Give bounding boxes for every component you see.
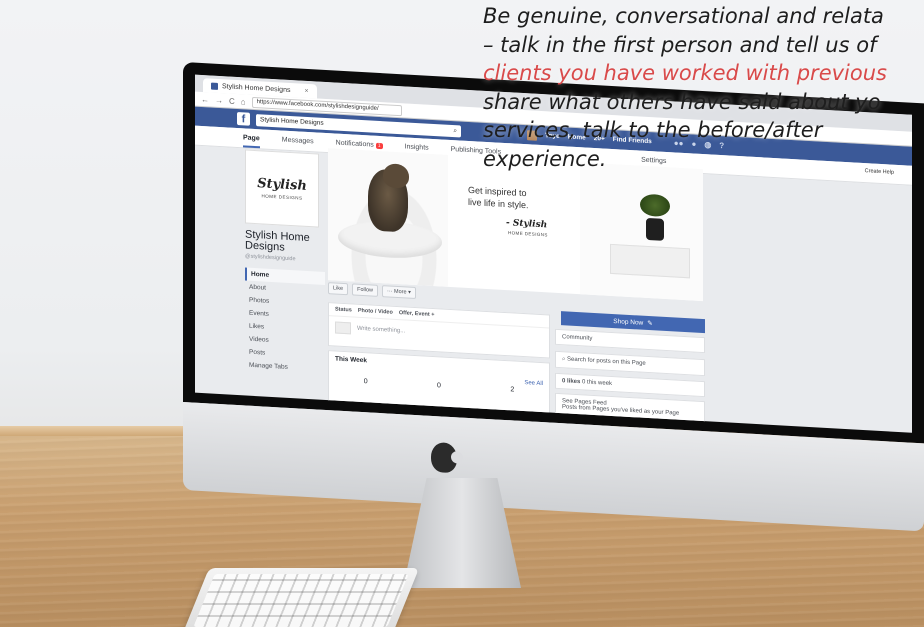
stat-value: 2 (510, 386, 515, 394)
logo-script: Stylish (257, 176, 307, 194)
plant-photo (580, 162, 703, 302)
browser-tab-title: Stylish Home Designs (222, 82, 291, 94)
page-actions: Like Follow ··· More ▾ (328, 282, 416, 300)
stat-value: 0 (363, 378, 368, 386)
close-icon[interactable]: × (304, 87, 308, 94)
tab-messages[interactable]: Messages (282, 137, 314, 146)
facebook-logo-icon[interactable]: f (237, 112, 250, 126)
overlay-quote: Be genuine, conversational and relata – … (483, 2, 924, 173)
facebook-favicon-icon (211, 82, 218, 90)
shop-now-label: Shop Now (613, 317, 644, 327)
tab-page[interactable]: Page (243, 134, 260, 149)
reload-icon[interactable]: C (229, 96, 235, 105)
page-title[interactable]: Stylish Home Designs (245, 228, 325, 255)
tab-insights[interactable]: Insights (405, 143, 429, 151)
quote-line: Be genuine, conversational and relata (483, 4, 884, 28)
composer-status[interactable]: Status (335, 306, 352, 313)
composer-avatar (335, 321, 351, 335)
cover-tagline: Get inspired to live life in style. (468, 184, 529, 211)
composer-offer[interactable]: Offer, Event + (399, 310, 435, 318)
stat-value: 0 (437, 382, 441, 390)
cover-logo-script: - Stylish (506, 218, 548, 231)
pages-feed-card: See Pages Feed Posts from Pages you've l… (555, 392, 705, 424)
back-icon[interactable]: ← (201, 95, 209, 104)
page-content: Stylish HOME DESIGNS Stylish Home Design… (195, 147, 912, 433)
tab-notifications-label: Notifications (335, 139, 374, 149)
plant (640, 193, 670, 218)
pencil-icon: ✎ (647, 319, 653, 328)
tab-notifications[interactable]: Notifications 1 (336, 140, 383, 150)
search-posts-input[interactable]: ⌕ Search for posts on this Page (555, 350, 705, 377)
cat-photo (328, 148, 448, 287)
quote-line: experience. (483, 146, 607, 171)
logo-sub: HOME DESIGNS (261, 193, 303, 201)
quote-line: clients you have worked with previous (483, 61, 887, 85)
notification-badge: 1 (375, 142, 383, 150)
keyboard (182, 568, 420, 627)
likes-count[interactable]: 0 likes (562, 378, 580, 385)
shelf (610, 243, 690, 279)
quote-line: services, talk to the before/after (483, 118, 823, 142)
post-composer: Status Photo / Video Offer, Event + Writ… (328, 302, 550, 359)
more-button[interactable]: ··· More ▾ (382, 285, 416, 300)
cat-head (383, 163, 409, 189)
quote-line: share what others have said about yo (483, 89, 881, 114)
composer-input[interactable]: Write something... (357, 326, 405, 335)
composer-photo-video[interactable]: Photo / Video (358, 308, 393, 316)
cover-logo-sub: HOME DESIGNS (508, 230, 548, 238)
pot (646, 217, 664, 241)
search-icon[interactable]: ⌕ (453, 127, 457, 135)
like-button[interactable]: Like (328, 282, 349, 296)
follow-button[interactable]: Follow (352, 283, 378, 297)
cover-tagline-2: live life in style. (468, 196, 529, 211)
quote-line: – talk in the first person and tell us o… (483, 32, 877, 57)
url-text: https://www.facebook.com/stylishdesigngu… (256, 99, 379, 112)
likes-sub: 0 this week (582, 379, 613, 387)
home-icon[interactable]: ⌂ (241, 97, 246, 106)
search-posts-placeholder: Search for posts on this Page (567, 356, 646, 367)
sidebar: Stylish HOME DESIGNS Stylish Home Design… (245, 149, 325, 375)
profile-picture[interactable]: Stylish HOME DESIGNS (245, 149, 319, 228)
see-all-link[interactable]: See All (524, 380, 543, 387)
forward-icon[interactable]: → (215, 95, 223, 104)
search-value: Stylish Home Designs (260, 116, 324, 127)
community-card[interactable]: Community (555, 328, 705, 354)
sidebar-nav: Home About Photos Events Likes Videos Po… (245, 267, 325, 375)
apple-logo-icon (431, 441, 457, 474)
community-label: Community (562, 334, 593, 342)
